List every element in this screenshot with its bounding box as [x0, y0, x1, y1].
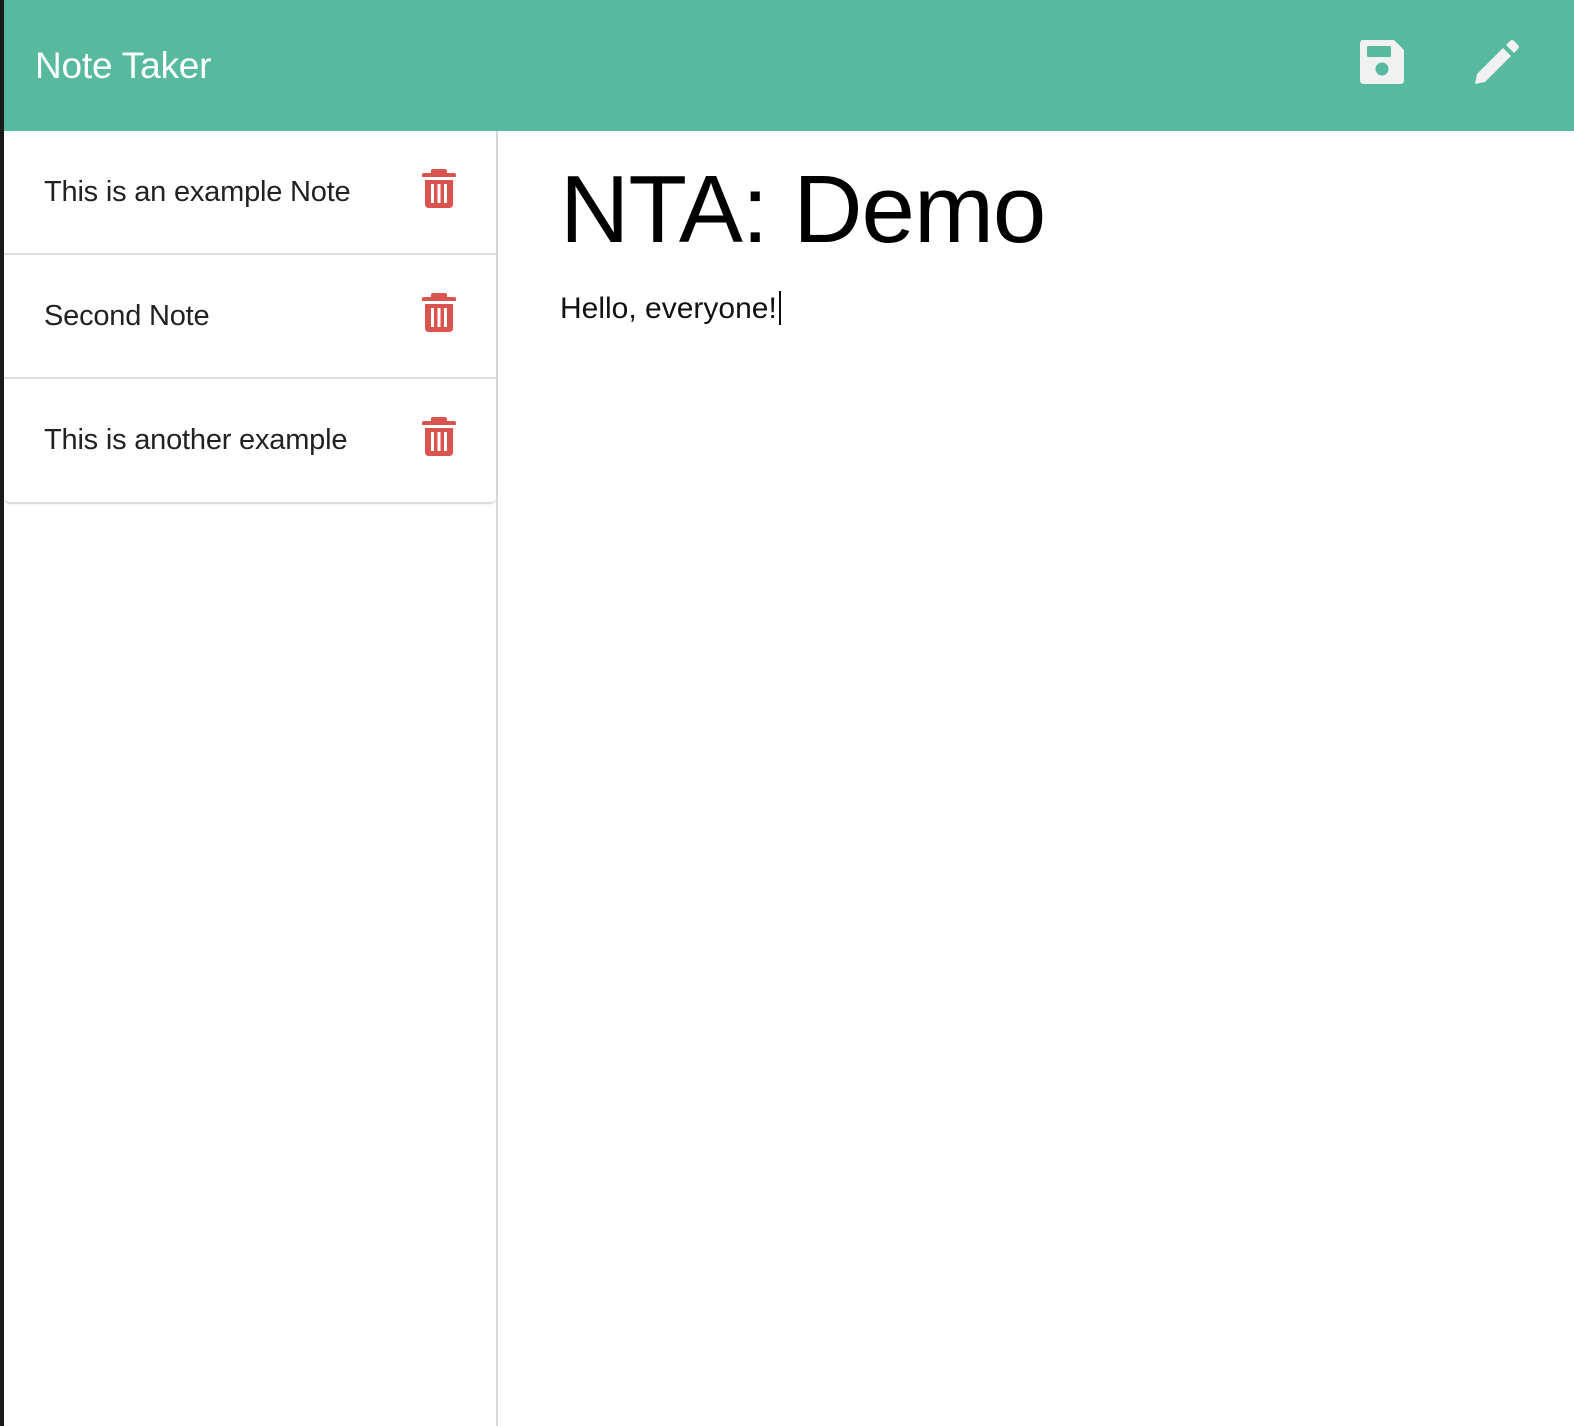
list-item[interactable]: This is another example [4, 379, 496, 502]
note-body-text: Hello, everyone! [560, 292, 777, 325]
notes-sidebar: This is an example Note Second Note This… [4, 131, 498, 1426]
navbar: Note Taker [4, 0, 1574, 131]
list-item[interactable]: Second Note [4, 255, 496, 379]
list-item[interactable]: This is an example Note [4, 131, 496, 255]
note-title: This is another example [44, 424, 348, 456]
save-note-button[interactable] [1354, 34, 1410, 90]
trash-icon[interactable] [422, 168, 456, 208]
floppy-disk-icon [1360, 40, 1404, 84]
note-list: This is an example Note Second Note This… [4, 131, 496, 504]
trash-icon[interactable] [422, 292, 456, 332]
text-cursor [778, 291, 781, 325]
note-editor: NTA: Demo Hello, everyone! [498, 131, 1574, 1426]
pencil-icon [1475, 40, 1519, 84]
note-title: This is an example Note [44, 175, 351, 208]
app-window: Note Taker This is an example Note Secon… [0, 0, 1574, 1426]
note-title: Second Note [44, 299, 210, 332]
trash-icon[interactable] [422, 416, 456, 456]
note-title-input[interactable]: NTA: Demo [560, 157, 1046, 263]
brand-title[interactable]: Note Taker [35, 47, 211, 84]
note-body-textarea[interactable]: Hello, everyone! [560, 291, 781, 325]
new-note-button[interactable] [1467, 34, 1523, 90]
